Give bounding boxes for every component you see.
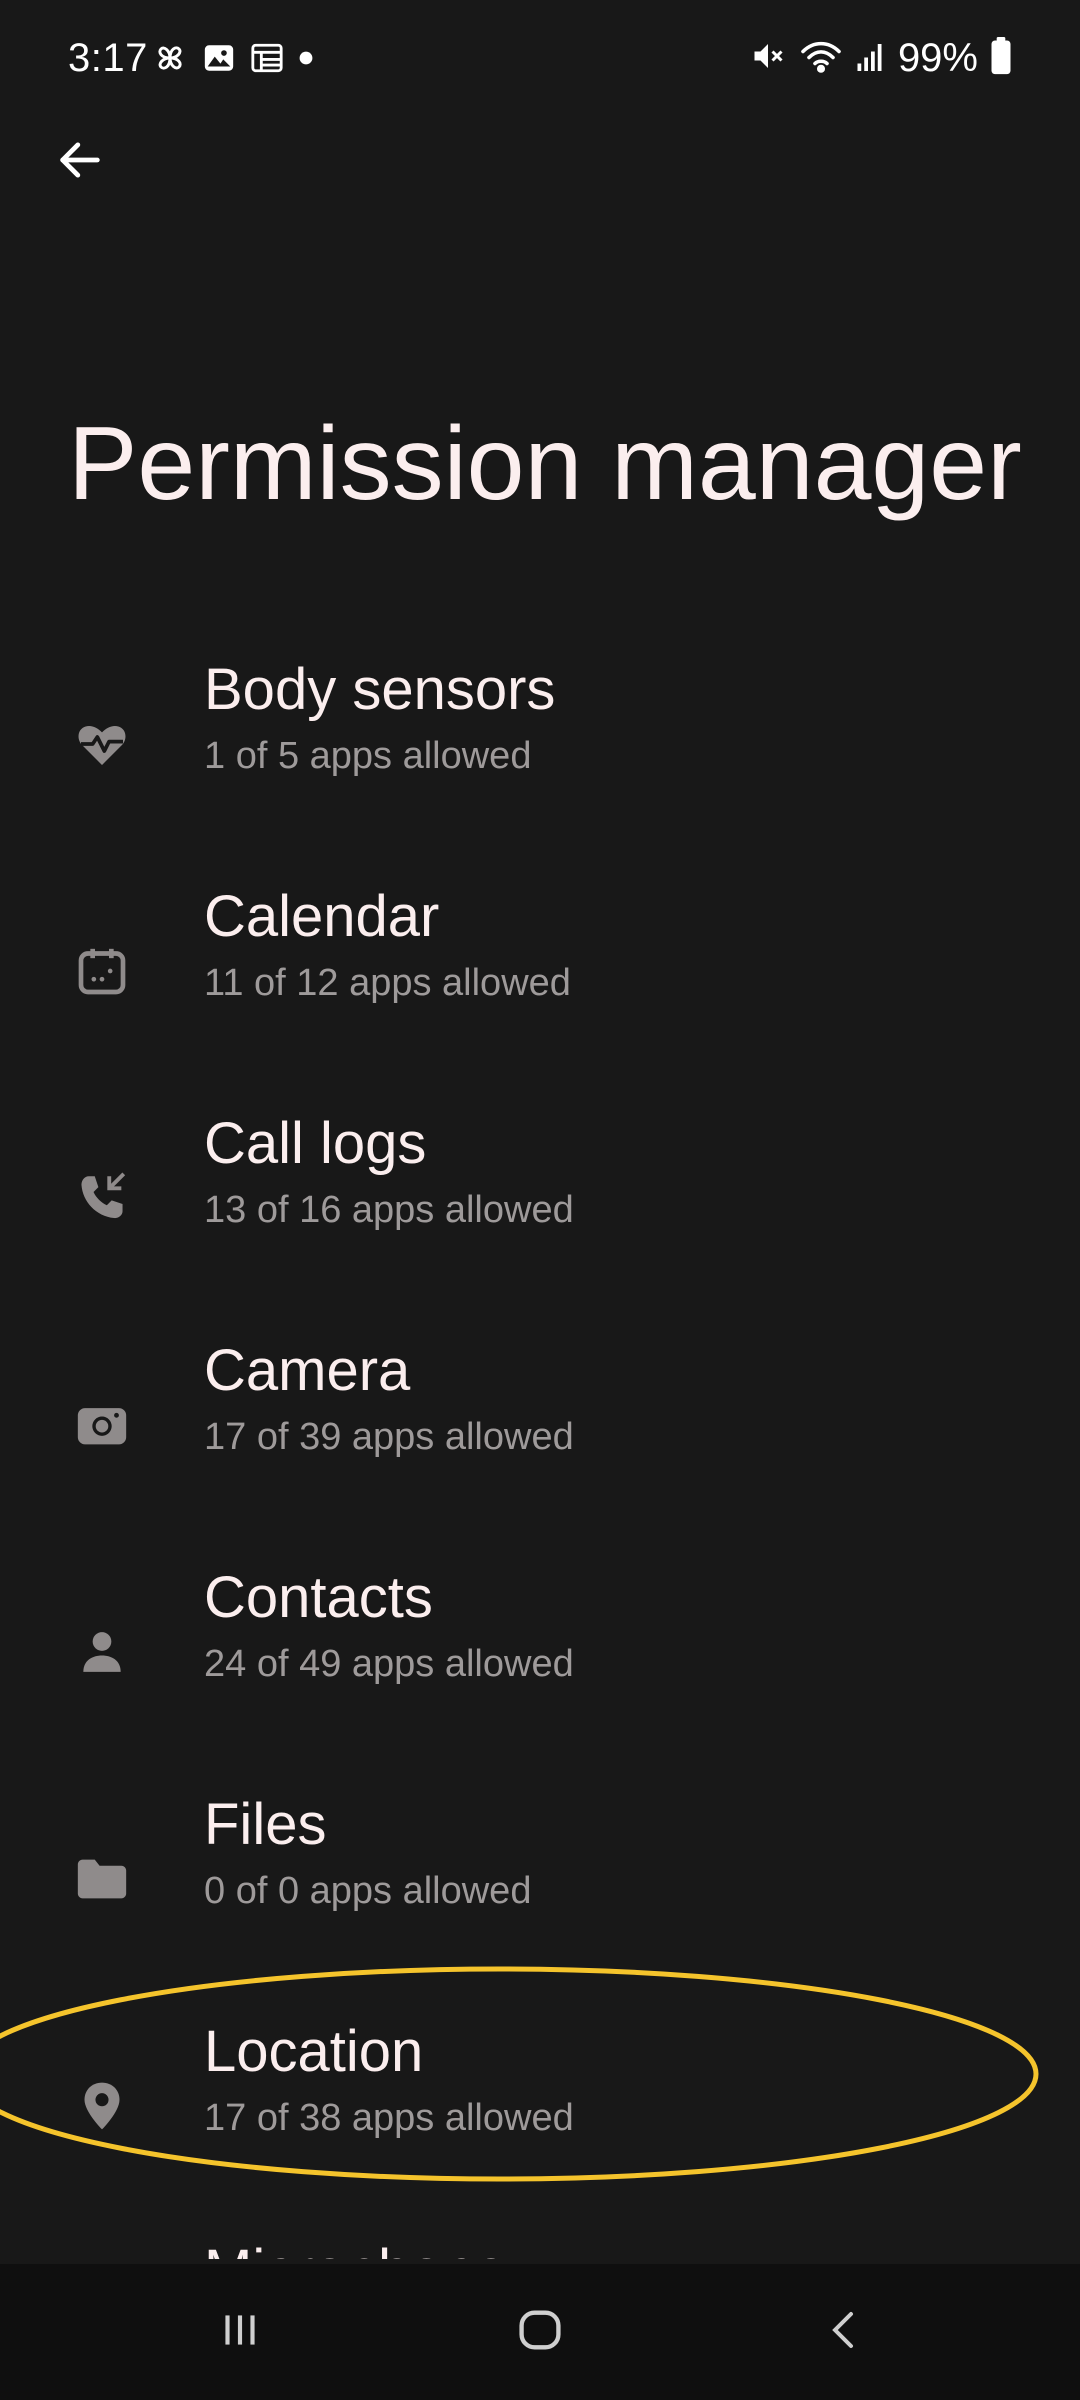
page-title: Permission manager xyxy=(68,406,1022,522)
calendar-grid-icon xyxy=(250,41,284,80)
navigation-bar xyxy=(0,2264,1080,2400)
permission-item-microphone[interactable]: Microphone xyxy=(0,2219,1080,2259)
permission-label: Call logs xyxy=(204,1111,427,1176)
wifi-icon xyxy=(798,38,844,79)
heart-pulse-icon xyxy=(70,630,134,857)
permission-label: Body sensors xyxy=(204,657,556,722)
status-time: 3:17 xyxy=(68,36,148,80)
calendar-icon xyxy=(70,857,134,1084)
permission-summary: 0 of 0 apps allowed xyxy=(204,1870,532,1912)
permission-summary: 24 of 49 apps allowed xyxy=(204,1643,574,1685)
back-icon xyxy=(821,2306,869,2359)
permission-item-body-sensors[interactable]: Body sensors 1 of 5 apps allowed xyxy=(0,630,1080,857)
back-button[interactable] xyxy=(40,122,120,202)
camera-icon xyxy=(70,1311,134,1538)
permission-label: Contacts xyxy=(204,1565,433,1630)
mute-icon xyxy=(750,38,786,79)
permission-item-calendar[interactable]: Calendar 11 of 12 apps allowed xyxy=(0,857,1080,1084)
person-icon xyxy=(70,1538,134,1765)
permission-label: Camera xyxy=(204,1338,411,1403)
image-icon xyxy=(202,41,236,80)
pinwheel-icon xyxy=(152,40,188,81)
recents-button[interactable] xyxy=(160,2264,320,2400)
battery-percent: 99% xyxy=(897,36,978,80)
signal-icon xyxy=(856,38,886,79)
permission-label: Microphone xyxy=(204,2237,507,2259)
system-status-icons: 99% xyxy=(750,36,1012,81)
notification-icons xyxy=(152,40,314,81)
permission-summary: 17 of 38 apps allowed xyxy=(204,2097,574,2139)
permission-item-call-logs[interactable]: Call logs 13 of 16 apps allowed xyxy=(0,1084,1080,1311)
phone-log-icon xyxy=(70,1084,134,1311)
folder-icon xyxy=(70,1765,134,1992)
permission-summary: 13 of 16 apps allowed xyxy=(204,1189,574,1231)
permission-item-location[interactable]: Location 17 of 38 apps allowed xyxy=(0,1992,1080,2219)
permission-item-contacts[interactable]: Contacts 24 of 49 apps allowed xyxy=(0,1538,1080,1765)
permission-label: Calendar xyxy=(204,884,440,949)
permission-summary: 1 of 5 apps allowed xyxy=(204,735,532,777)
permission-list: Body sensors 1 of 5 apps allowed Calenda… xyxy=(0,630,1080,2259)
home-icon xyxy=(514,2304,566,2361)
status-bar: 3:17 99% xyxy=(0,0,1080,120)
permission-item-files[interactable]: Files 0 of 0 apps allowed xyxy=(0,1765,1080,1992)
back-arrow-icon xyxy=(54,134,106,191)
dot-icon xyxy=(298,50,314,71)
permission-summary: 17 of 39 apps allowed xyxy=(204,1416,574,1458)
location-pin-icon xyxy=(70,1992,134,2219)
home-button[interactable] xyxy=(460,2264,620,2400)
recents-icon xyxy=(215,2305,265,2360)
battery-icon xyxy=(990,37,1012,80)
permission-label: Location xyxy=(204,2019,424,2084)
permission-item-camera[interactable]: Camera 17 of 39 apps allowed xyxy=(0,1311,1080,1538)
nav-back-button[interactable] xyxy=(765,2264,925,2400)
permission-summary: 11 of 12 apps allowed xyxy=(204,962,571,1004)
permission-label: Files xyxy=(204,1792,327,1857)
